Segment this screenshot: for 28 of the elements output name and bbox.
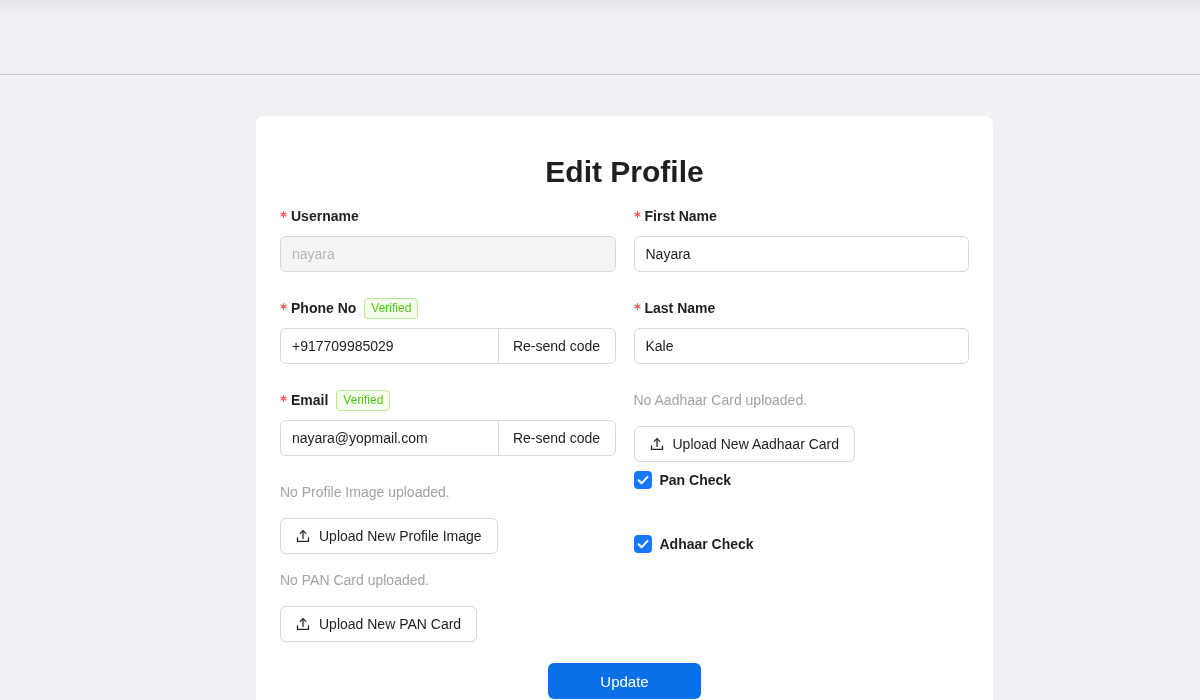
upload-status-text: No Profile Image uploaded. <box>280 483 450 502</box>
upload-button[interactable]: Upload New Aadhaar Card <box>633 426 856 462</box>
resend-button[interactable]: Re-send code <box>497 420 616 456</box>
update-button[interactable]: Update <box>548 663 701 699</box>
upload-status-text: No PAN Card uploaded. <box>280 571 430 590</box>
text-input[interactable]: nayara@yopmail.com <box>280 420 499 456</box>
field-label: Email <box>291 391 329 410</box>
field-label: Username <box>291 207 359 226</box>
upload-button[interactable]: Upload New PAN Card <box>280 606 478 642</box>
upload-icon <box>296 617 310 631</box>
field-label: Last Name <box>644 299 716 318</box>
upload-button[interactable]: Upload New Profile Image <box>280 518 498 554</box>
checkbox[interactable] <box>633 535 652 553</box>
verified-tag: Verified <box>336 389 391 411</box>
field-label: First Name <box>644 207 717 226</box>
upload-icon <box>296 529 310 543</box>
checkbox[interactable] <box>633 471 652 489</box>
resend-button[interactable]: Re-send code <box>497 328 616 364</box>
checkbox-label[interactable]: Adhaar Check <box>659 536 754 552</box>
text-input[interactable]: Nayara <box>633 236 969 272</box>
text-input[interactable]: Kale <box>633 328 969 364</box>
upload-status-text: No Aadhaar Card uploaded. <box>633 391 808 410</box>
checkbox-label[interactable]: Pan Check <box>659 472 732 488</box>
field-label: Phone No <box>291 299 357 318</box>
page-title: Edit Profile <box>545 154 704 190</box>
text-input[interactable]: +917709985029 <box>280 328 499 364</box>
verified-tag: Verified <box>364 297 419 319</box>
upload-icon <box>649 437 664 451</box>
